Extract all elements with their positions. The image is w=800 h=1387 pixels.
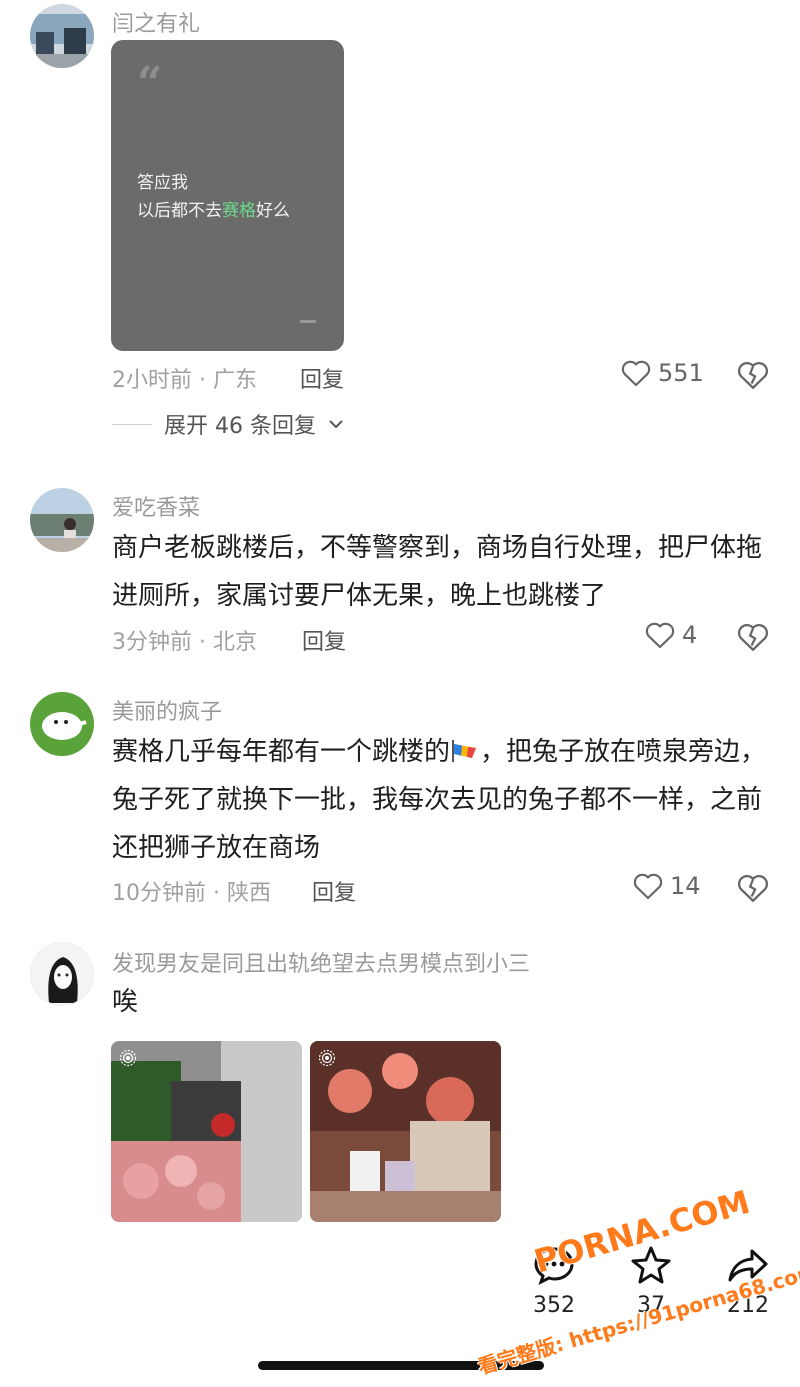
heart-outline-icon (633, 873, 663, 900)
quote-line-1: 答应我 (137, 173, 188, 193)
expand-replies-label: 展开 46 条回复 (164, 414, 316, 439)
card-dash (300, 320, 316, 323)
avatar[interactable] (30, 4, 94, 68)
broken-heart-icon[interactable] (736, 358, 770, 392)
divider (112, 423, 152, 425)
avatar[interactable] (30, 488, 94, 552)
home-indicator[interactable] (258, 1361, 544, 1370)
like-button[interactable]: 14 (632, 871, 701, 901)
live-photo-icon (318, 1049, 336, 1067)
username[interactable]: 发现男友是同且出轨绝望去点男模点到小三 (112, 946, 530, 978)
reply-button[interactable]: 回复 (302, 624, 346, 656)
like-button[interactable]: 551 (620, 358, 704, 388)
comment-count: 352 (533, 1293, 575, 1318)
star-count: 37 (637, 1293, 665, 1318)
share-count: 212 (727, 1293, 769, 1318)
quote-card-image[interactable]: “ 答应我 以后都不去赛格好么 (111, 40, 344, 351)
avatar[interactable] (30, 692, 94, 756)
like-count: 14 (670, 872, 701, 900)
comment-meta: 10分钟前 · 陕西 (112, 881, 271, 906)
live-photo-thumbnail-1[interactable] (111, 1041, 302, 1222)
quote-mark-icon: “ (137, 58, 163, 109)
broken-heart-icon[interactable] (736, 871, 770, 905)
avatar[interactable] (30, 942, 94, 1006)
like-count: 4 (682, 621, 698, 649)
live-photo-icon (119, 1049, 137, 1067)
username[interactable]: 闫之有礼 (112, 6, 200, 38)
share-icon (728, 1249, 768, 1282)
highlighted-term: 赛格 (222, 201, 256, 221)
username[interactable]: 爱吃香菜 (112, 490, 200, 522)
comment-meta: 2小时前 · 广东 (112, 368, 257, 393)
reply-button[interactable]: 回复 (300, 362, 344, 394)
comment-text: 赛格几乎每年都有一个跳楼的 ，把兔子放在喷泉旁边，兔子死了就换下一批，我每次去见的… (112, 728, 772, 872)
comment-text: 唉 (112, 987, 139, 1017)
chevron-down-icon (329, 420, 343, 429)
broken-heart-icon[interactable] (736, 620, 770, 654)
share-action[interactable]: 212 (708, 1245, 788, 1318)
heart-outline-icon (645, 622, 675, 649)
expand-replies-button[interactable]: 展开 46 条回复 (112, 408, 344, 440)
reply-button[interactable]: 回复 (312, 875, 356, 907)
live-photo-thumbnail-2[interactable] (310, 1041, 501, 1222)
like-count: 551 (658, 359, 704, 387)
heart-outline-icon (621, 360, 651, 387)
like-button[interactable]: 4 (644, 620, 697, 650)
comment-meta: 3分钟前 · 北京 (112, 630, 257, 655)
star-icon (631, 1246, 671, 1284)
comment-text: 商户老板跳楼后，不等警察到，商场自行处理，把尸体拖进厕所，家属讨要尸体无果，晚上… (112, 533, 763, 611)
quote-line-2: 以后都不去赛格好么 (137, 201, 290, 221)
username[interactable]: 美丽的疯子 (112, 694, 222, 726)
star-action[interactable]: 37 (611, 1245, 691, 1318)
comment-icon (534, 1247, 574, 1285)
windsock-emoji-icon (450, 732, 480, 762)
comment-action[interactable]: 352 (514, 1245, 594, 1318)
